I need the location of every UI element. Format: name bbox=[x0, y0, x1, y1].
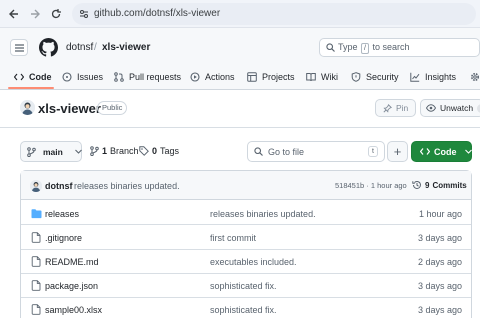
tags-link[interactable]: 0 Tags bbox=[139, 146, 179, 156]
file-date: 3 days ago bbox=[417, 281, 462, 291]
file-icon bbox=[31, 280, 42, 291]
file-icon bbox=[31, 256, 42, 267]
play-icon bbox=[190, 72, 200, 82]
repo-link[interactable]: xls-viewer bbox=[102, 42, 150, 53]
tab-projects[interactable]: Projects bbox=[247, 69, 295, 85]
code-button-label: Code bbox=[434, 146, 457, 157]
code-icon bbox=[420, 147, 430, 156]
commit-author-avatar[interactable] bbox=[30, 180, 42, 192]
search-shortcut-key: / bbox=[361, 43, 369, 54]
file-commit-message[interactable]: sophisticated fix. bbox=[210, 305, 277, 315]
tab-label: Code bbox=[29, 72, 52, 82]
file-commit-message[interactable]: first commit bbox=[210, 233, 256, 243]
file-icon bbox=[31, 304, 42, 315]
tab-label: Pull requests bbox=[129, 72, 182, 82]
header-divider bbox=[0, 127, 480, 128]
file-icon bbox=[31, 232, 42, 243]
reload-icon[interactable] bbox=[48, 6, 64, 22]
unwatch-label: Unwatch bbox=[440, 103, 474, 113]
repo-owner-avatar[interactable] bbox=[20, 100, 35, 115]
branches-link[interactable]: 1 Branch bbox=[90, 146, 139, 156]
go-to-file-placeholder: Go to file bbox=[268, 147, 305, 157]
shield-icon bbox=[351, 72, 361, 82]
file-commit-message[interactable]: releases binaries updated. bbox=[210, 209, 316, 219]
file-name[interactable]: README.md bbox=[45, 257, 99, 267]
settings-gear-icon[interactable] bbox=[470, 72, 480, 82]
tag-icon bbox=[139, 146, 149, 156]
github-logo-icon[interactable] bbox=[39, 38, 58, 57]
tab-pull-requests[interactable]: Pull requests bbox=[114, 69, 181, 85]
tab-label: Projects bbox=[262, 72, 295, 82]
tab-actions[interactable]: Actions bbox=[190, 69, 235, 85]
folder-icon bbox=[31, 208, 42, 219]
file-commit-message[interactable]: executables included. bbox=[210, 257, 297, 267]
forward-arrow-icon[interactable] bbox=[27, 6, 43, 22]
branch-icon bbox=[27, 146, 36, 157]
file-name[interactable]: releases bbox=[45, 209, 79, 219]
tab-insights[interactable]: Insights bbox=[410, 69, 456, 85]
breadcrumb-separator: / bbox=[94, 42, 97, 53]
code-dropdown-button[interactable]: Code bbox=[411, 141, 472, 162]
file-name[interactable]: .gitignore bbox=[45, 233, 82, 243]
commits-count: 9 bbox=[425, 180, 430, 190]
branch-icon bbox=[90, 146, 99, 156]
file-commit-message[interactable]: sophisticated fix. bbox=[210, 281, 277, 291]
tab-label: Insights bbox=[425, 72, 457, 82]
go-to-file-shortcut: t bbox=[368, 146, 378, 157]
history-icon bbox=[412, 180, 422, 190]
unwatch-button[interactable]: Unwatch 2 bbox=[420, 99, 480, 117]
address-url[interactable]: github.com/dotnsf/xls-viewer bbox=[94, 8, 220, 19]
branch-label: Branch bbox=[110, 146, 139, 156]
commit-hash-time[interactable]: 518451b · 1 hour ago bbox=[335, 181, 407, 190]
commit-author[interactable]: dotnsf bbox=[45, 181, 73, 191]
commits-history-link[interactable]: 9 Commits bbox=[412, 180, 467, 190]
search-icon bbox=[254, 147, 263, 156]
tab-issues[interactable]: Issues bbox=[62, 69, 103, 85]
visibility-badge: Public bbox=[97, 101, 128, 115]
tab-security[interactable]: Security bbox=[351, 69, 399, 85]
add-file-button[interactable]: + bbox=[387, 141, 408, 162]
search-placeholder: Type / to search bbox=[338, 42, 410, 54]
plus-icon: + bbox=[393, 144, 402, 159]
active-tab-indicator bbox=[8, 87, 54, 89]
file-date: 2 days ago bbox=[417, 257, 462, 267]
file-date: 3 days ago bbox=[417, 233, 462, 243]
repo-title[interactable]: xls-viewer bbox=[38, 101, 101, 116]
issue-icon bbox=[62, 72, 72, 82]
pull-request-icon bbox=[114, 72, 124, 82]
owner-link[interactable]: dotnsf bbox=[66, 42, 93, 53]
chevron-down-icon bbox=[74, 149, 82, 154]
book-icon bbox=[306, 72, 316, 82]
branch-name: main bbox=[43, 146, 63, 157]
file-date: 3 days ago bbox=[417, 305, 462, 315]
chevron-down-icon bbox=[464, 149, 472, 154]
tab-label: Wiki bbox=[321, 72, 338, 82]
graph-icon bbox=[410, 72, 420, 82]
pin-button[interactable]: Pin bbox=[375, 99, 416, 117]
branch-count: 1 bbox=[102, 146, 108, 156]
table-icon bbox=[247, 72, 257, 82]
commits-label: Commits bbox=[432, 180, 467, 190]
site-settings-icon[interactable] bbox=[79, 9, 89, 19]
search-icon bbox=[326, 43, 335, 52]
code-icon bbox=[14, 72, 24, 82]
tab-label: Issues bbox=[77, 72, 104, 82]
eye-icon bbox=[426, 104, 436, 112]
tab-label: Security bbox=[366, 72, 399, 82]
pin-label: Pin bbox=[396, 103, 409, 113]
commit-message[interactable]: releases binaries updated. bbox=[74, 181, 180, 191]
file-name[interactable]: sample00.xlsx bbox=[45, 305, 102, 315]
branch-selector[interactable]: main bbox=[20, 141, 82, 162]
tab-code[interactable]: Code bbox=[14, 69, 52, 85]
tag-label: Tags bbox=[160, 146, 180, 156]
tab-wiki[interactable]: Wiki bbox=[306, 69, 338, 85]
file-name[interactable]: package.json bbox=[45, 281, 98, 291]
hamburger-menu-icon[interactable] bbox=[10, 39, 28, 56]
tab-label: Actions bbox=[205, 72, 235, 82]
pin-icon bbox=[383, 103, 392, 113]
file-date: 1 hour ago bbox=[418, 209, 462, 219]
back-arrow-icon[interactable] bbox=[6, 6, 22, 22]
tag-count: 0 bbox=[152, 146, 158, 156]
